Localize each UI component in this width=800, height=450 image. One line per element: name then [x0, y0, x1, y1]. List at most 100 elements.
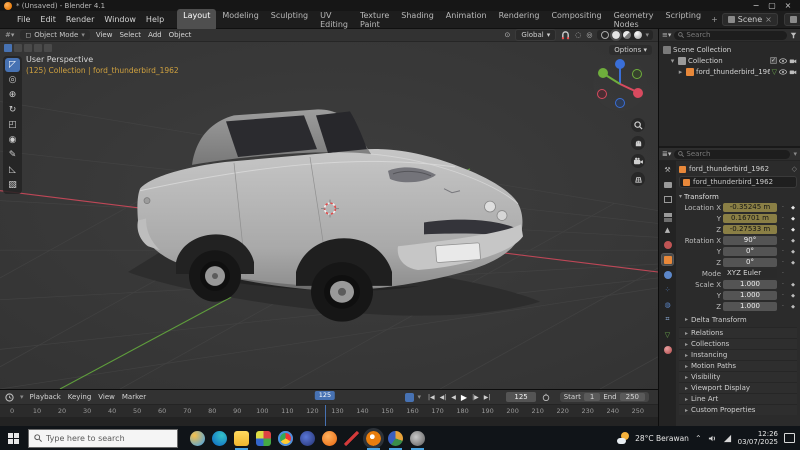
disable-render-camera-icon[interactable] [789, 68, 797, 76]
maximize-button[interactable]: ▢ [764, 0, 780, 11]
viewport-menu-item[interactable]: Select [119, 31, 141, 39]
keyframe-dot-icon[interactable]: ◆ [789, 227, 797, 233]
workspace-tab[interactable]: UV Editing [314, 9, 354, 31]
taskbar-search-input[interactable]: Type here to search [28, 428, 178, 448]
tab-output-icon[interactable] [662, 194, 673, 205]
taskbar-app-chrome[interactable] [278, 430, 293, 446]
tab-constraints-icon[interactable]: ⌗ [662, 314, 673, 325]
chevron-down-icon[interactable]: ▾ [418, 393, 422, 401]
outliner-row-object[interactable]: ▸ ford_thunderbird_1962 ▽ [659, 66, 800, 77]
close-button[interactable]: × [780, 0, 796, 11]
lock-icon[interactable]: · [779, 303, 787, 310]
workspace-tab[interactable]: Rendering [493, 9, 546, 31]
menu-item[interactable]: Render [61, 13, 99, 26]
tab-material-icon[interactable] [662, 344, 673, 355]
menu-item[interactable]: Edit [35, 13, 61, 26]
taskbar-app-game[interactable] [256, 430, 271, 446]
properties-search[interactable]: Search [674, 149, 791, 159]
outliner-editor-icon[interactable]: ≡▾ [662, 31, 671, 39]
expand-caret-icon[interactable]: ▾ [669, 57, 676, 65]
play-reverse-button[interactable]: ◀ [449, 394, 458, 401]
tool-button[interactable]: ◎ [5, 73, 20, 87]
tray-chevron-icon[interactable]: ⌃ [695, 434, 702, 443]
properties-section-header[interactable]: Custom Properties [679, 404, 797, 415]
shading-wireframe-button[interactable] [601, 31, 610, 39]
outliner-row-collection[interactable]: ▾ Collection ✓ [659, 55, 800, 66]
taskbar-app-edge[interactable] [212, 430, 227, 446]
current-frame-field[interactable]: 125 [506, 392, 536, 402]
menu-item[interactable]: Window [99, 13, 141, 26]
workspace-tab[interactable]: Geometry Nodes [608, 9, 660, 31]
select-mode-invert[interactable] [34, 44, 42, 52]
gizmo-toggle-icon[interactable]: ◎ [586, 31, 592, 39]
timeline-track-strip[interactable] [0, 417, 658, 426]
chevron-down-icon[interactable]: ▾ [645, 31, 649, 39]
workspace-tab[interactable]: Animation [440, 9, 493, 31]
transform-value-field[interactable]: -0.27533 m [723, 225, 777, 234]
keyframe-dot-icon[interactable]: ◆ [789, 260, 797, 266]
tab-particles-icon[interactable]: ⁘ [662, 284, 673, 295]
tab-object-icon[interactable] [661, 253, 674, 266]
outliner-row-scene-collection[interactable]: Scene Collection [659, 44, 800, 55]
properties-section-header[interactable]: Motion Paths [679, 360, 797, 371]
expand-caret-icon[interactable]: ▸ [677, 68, 684, 76]
transform-pivot-icon[interactable]: ⊙ [505, 31, 511, 39]
previous-keyframe-button[interactable]: ◀| [438, 394, 449, 401]
delta-transform-section[interactable]: Delta Transform [679, 314, 797, 325]
tool-button[interactable]: ◸ [5, 58, 20, 72]
taskbar-app-widgets[interactable] [190, 430, 205, 446]
lock-icon[interactable]: · [779, 215, 787, 222]
next-keyframe-button[interactable]: |▶ [470, 394, 481, 401]
workspace-tab[interactable]: Modeling [216, 9, 264, 31]
transform-value-field[interactable]: -0.35245 m [723, 203, 777, 212]
tab-modifiers-icon[interactable] [662, 269, 673, 280]
transform-value-field[interactable]: 0° [723, 247, 777, 256]
properties-section-header[interactable]: Relations [679, 327, 797, 338]
disable-render-camera-icon[interactable] [789, 57, 797, 65]
transform-value-field[interactable]: 1.000 [723, 280, 777, 289]
volume-icon[interactable] [708, 434, 717, 443]
keyframe-dot-icon[interactable]: ◆ [789, 282, 797, 288]
transform-value-field[interactable]: 90° [723, 236, 777, 245]
move-view-button[interactable] [631, 136, 645, 150]
lock-icon[interactable]: · [779, 270, 787, 277]
play-button[interactable]: ▶ [459, 393, 469, 402]
outliner-search[interactable]: Search [674, 30, 787, 40]
keyframe-dot-icon[interactable]: ◆ [789, 205, 797, 211]
select-mode-new[interactable] [4, 44, 12, 52]
orientation-dropdown[interactable]: Global ▾ [515, 29, 557, 41]
snap-magnet-icon[interactable] [561, 30, 570, 40]
shading-rendered-button[interactable] [634, 31, 643, 39]
properties-section-header[interactable]: Collections [679, 338, 797, 349]
jump-to-start-button[interactable]: |◀ [426, 394, 437, 401]
workspace-tab[interactable]: Compositing [545, 9, 607, 31]
transform-value-field[interactable]: 0° [723, 258, 777, 267]
keyframe-dot-icon[interactable]: ◆ [789, 216, 797, 222]
tool-button[interactable]: ◉ [5, 133, 20, 147]
proportional-edit-icon[interactable]: ◌ [575, 31, 581, 39]
pin-icon[interactable]: ◇ [792, 165, 797, 173]
taskbar-app-blender-active[interactable] [363, 427, 384, 450]
taskbar-app-teams[interactable] [300, 430, 315, 446]
taskbar-clock[interactable]: 12:26 03/07/2025 [738, 430, 778, 446]
add-workspace-button[interactable]: + [707, 13, 722, 26]
hide-eye-icon[interactable] [779, 57, 787, 65]
viewport-menu-item[interactable]: Add [148, 31, 162, 39]
viewport-menu-item[interactable]: View [96, 31, 113, 39]
keyframe-dot-icon[interactable]: ◆ [789, 249, 797, 255]
object-name-field[interactable]: ford_thunderbird_1962 [679, 176, 797, 188]
select-mode-subtract[interactable] [24, 44, 32, 52]
tab-physics-icon[interactable]: ◍ [662, 299, 673, 310]
lock-icon[interactable]: · [779, 292, 787, 299]
properties-section-header[interactable]: Line Art [679, 393, 797, 404]
navigation-gizmo[interactable] [592, 56, 648, 112]
network-icon[interactable] [723, 434, 732, 443]
start-button[interactable] [2, 426, 24, 450]
workspace-tab[interactable]: Texture Paint [354, 9, 395, 31]
tool-button[interactable]: ◺ [5, 163, 20, 177]
workspace-tab[interactable]: Sculpting [265, 9, 314, 31]
action-center-icon[interactable] [784, 433, 795, 443]
options-icon[interactable]: ▾ [793, 150, 797, 158]
timeline-editor-icon[interactable] [5, 392, 14, 402]
zoom-view-button[interactable] [631, 118, 645, 132]
